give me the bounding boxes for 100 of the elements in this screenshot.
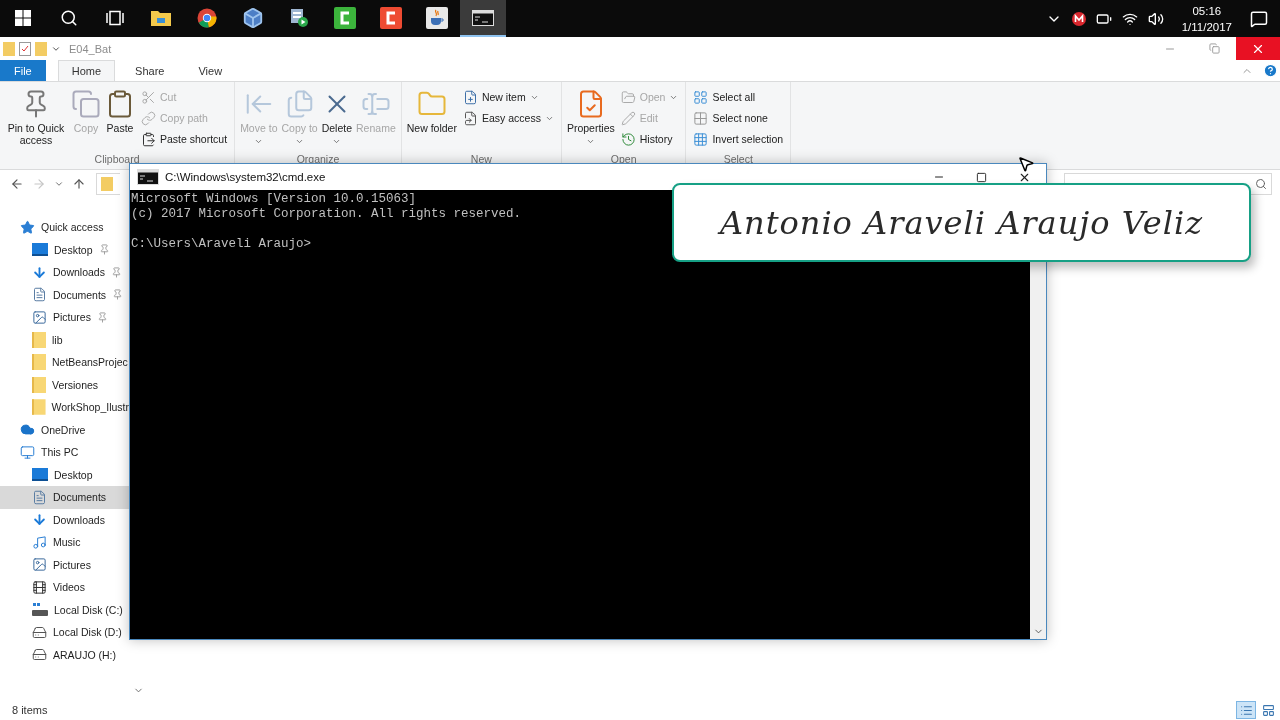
coffee-cup-icon bbox=[426, 6, 448, 29]
folder-icon bbox=[32, 331, 46, 348]
nav-item[interactable]: Documents bbox=[0, 486, 129, 509]
nav-label: Pictures bbox=[53, 311, 91, 324]
nav-item[interactable]: Desktop bbox=[0, 463, 129, 486]
ribbon-tab[interactable]: Home bbox=[57, 60, 116, 81]
group-label: Select bbox=[722, 153, 754, 167]
music-icon bbox=[32, 534, 47, 550]
nav-item[interactable]: Downloads bbox=[0, 508, 129, 531]
caret-icon bbox=[254, 137, 264, 146]
image-icon bbox=[32, 309, 47, 325]
cloud-icon bbox=[20, 422, 35, 438]
ribbon-button[interactable]: Delete bbox=[320, 85, 354, 150]
tiles-icon bbox=[1261, 703, 1275, 717]
folder-icon bbox=[3, 41, 15, 56]
computer-icon bbox=[20, 444, 35, 460]
nav-label: Documents bbox=[53, 288, 107, 301]
copy-icon bbox=[71, 89, 101, 119]
console-line: (c) 2017 Microsoft Corporation. All rights reserved. bbox=[131, 207, 522, 222]
star-icon bbox=[20, 219, 35, 235]
nav-item[interactable]: Pictures bbox=[0, 306, 129, 329]
caption-text: Antonio Araveli Araujo Veliz bbox=[719, 203, 1204, 242]
clock[interactable]: 05:16 1/11/2017 bbox=[1173, 2, 1240, 35]
nav-label: WorkShop_Ilustr bbox=[51, 401, 129, 414]
nav-item[interactable]: Downloads bbox=[0, 261, 129, 284]
chevron-icon bbox=[54, 179, 64, 189]
nav-label: Music bbox=[53, 536, 81, 549]
address-field[interactable] bbox=[96, 173, 120, 195]
ribbon-button[interactable]: New folder bbox=[405, 85, 458, 138]
ribbon-button[interactable]: Easy access bbox=[459, 108, 557, 128]
nav-label: Quick access bbox=[41, 221, 104, 234]
folder-icon bbox=[32, 376, 46, 393]
download-icon bbox=[32, 512, 47, 528]
window-title: C:\Windows\system32\cmd.exe bbox=[165, 171, 326, 183]
nav-item[interactable]: Music bbox=[0, 531, 129, 554]
view-button[interactable] bbox=[1236, 701, 1256, 719]
nav-item[interactable]: Local Disk (C:) bbox=[0, 598, 129, 621]
nav-label: OneDrive bbox=[41, 423, 86, 436]
document-icon bbox=[32, 489, 47, 505]
link-icon bbox=[141, 110, 156, 126]
caret-icon bbox=[295, 137, 305, 146]
ribbon-button[interactable]: Pin to Quick access bbox=[4, 85, 68, 150]
group-label: Open bbox=[609, 153, 638, 167]
nav-item[interactable]: This PC bbox=[0, 441, 129, 464]
nav-item[interactable]: Pictures bbox=[0, 553, 129, 576]
ribbon-button[interactable]: Select none bbox=[690, 108, 787, 128]
maximize-icon bbox=[976, 171, 987, 183]
windows-logo-icon bbox=[15, 9, 31, 26]
drive-icon bbox=[32, 647, 47, 663]
app-icon bbox=[380, 6, 402, 29]
help-icon[interactable] bbox=[1263, 63, 1278, 78]
folder-icon bbox=[35, 41, 47, 56]
console-line: Microsoft Windows [Version 10.0.15063] bbox=[131, 192, 417, 207]
nav-item[interactable]: NetBeansProjec bbox=[0, 351, 129, 374]
command-prompt[interactable]: C:\Users\Araveli Araujo> bbox=[131, 237, 312, 252]
document-icon bbox=[32, 287, 47, 303]
new-file-icon bbox=[462, 89, 478, 105]
nav-item[interactable]: Desktop bbox=[0, 238, 129, 261]
nav-label: Downloads bbox=[53, 513, 105, 526]
volume-icon[interactable] bbox=[1147, 10, 1164, 27]
download-icon bbox=[32, 264, 47, 280]
ribbon-button[interactable]: History bbox=[617, 129, 682, 149]
desktop-icon bbox=[32, 468, 48, 482]
folder-icon bbox=[32, 354, 46, 371]
nav-label: Pictures bbox=[53, 558, 91, 571]
nav-item[interactable]: ARAUJO (H:) bbox=[0, 643, 129, 666]
ribbon-button[interactable]: New item bbox=[459, 87, 557, 107]
drive-icon bbox=[32, 603, 48, 617]
group-label: Clipboard bbox=[93, 153, 141, 167]
drive-icon bbox=[32, 624, 47, 640]
desktop-icon bbox=[32, 243, 48, 257]
nav-item[interactable]: Quick access bbox=[0, 216, 129, 239]
nav-label: Desktop bbox=[54, 468, 93, 481]
notifications-icon[interactable] bbox=[1250, 9, 1268, 28]
ribbon-button[interactable]: Properties bbox=[565, 85, 616, 150]
nav-item[interactable]: Versiones bbox=[0, 373, 129, 396]
window-title: E04_Bat bbox=[69, 42, 112, 55]
ribbon-button[interactable]: Select all bbox=[690, 87, 787, 107]
ribbon-button[interactable]: Invert selection bbox=[690, 129, 787, 149]
cloud-app-icon bbox=[1071, 11, 1086, 26]
folder-icon bbox=[150, 8, 172, 27]
search-icon bbox=[60, 8, 78, 27]
nav-item[interactable]: Videos bbox=[0, 576, 129, 599]
ribbon-button[interactable]: Paste shortcut bbox=[138, 129, 231, 149]
nav-item[interactable]: Local Disk (D:) bbox=[0, 621, 129, 644]
caret-icon bbox=[332, 137, 342, 146]
clipboard-icon bbox=[141, 131, 156, 147]
cube-icon bbox=[242, 6, 264, 29]
nav-label: Documents bbox=[53, 491, 107, 504]
status-text: 8 items bbox=[12, 704, 48, 716]
taskbar-button[interactable] bbox=[460, 0, 506, 37]
nav-item[interactable]: OneDrive bbox=[0, 418, 129, 441]
nav-label: This PC bbox=[41, 446, 79, 459]
group-label: New bbox=[469, 153, 493, 167]
nav-item[interactable]: WorkShop_Ilustr bbox=[0, 396, 129, 419]
ribbon-button[interactable]: Paste bbox=[104, 85, 136, 138]
nav-item[interactable]: lib bbox=[0, 328, 129, 351]
ribbon-tab[interactable]: File bbox=[0, 60, 46, 81]
nav-label: Local Disk (D:) bbox=[53, 626, 122, 639]
nav-item[interactable]: Documents bbox=[0, 283, 129, 306]
